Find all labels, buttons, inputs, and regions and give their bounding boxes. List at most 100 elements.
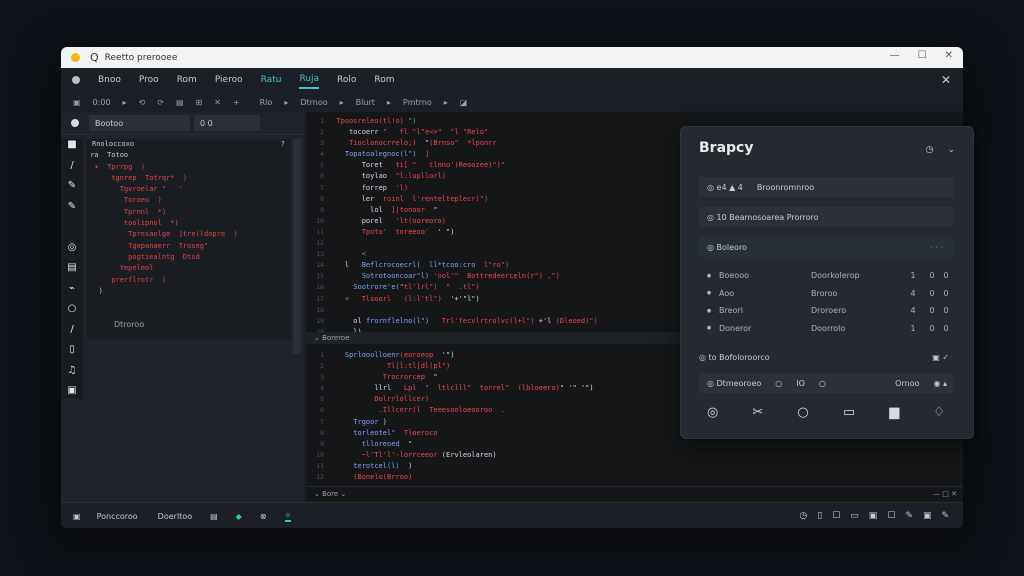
toolbar-item[interactable]: ◪ [460,98,468,107]
help-icon[interactable]: ? [281,139,285,150]
tree-item[interactable]: tgnrep Totrqr* ) [86,173,291,184]
toolbar-item[interactable]: 0:00 [93,98,111,107]
toolbar-item[interactable]: ▸ [387,98,391,107]
rail-icon[interactable]: / [61,160,83,181]
rail-icon[interactable]: ■ [61,139,83,160]
code-pane-bottom[interactable]: Sprlooolloenr(eoroeop '") Tl[l:tl[dl(pl"… [328,350,594,483]
toolbar-item[interactable]: + [233,98,240,107]
rail-icon[interactable] [61,221,83,242]
status-icon[interactable]: ▣ [869,511,878,521]
panel-icon[interactable]: ▭ [843,405,855,420]
tree-item[interactable]: ) [86,286,291,297]
tree-item[interactable]: Tpresaolge ]tre(ldopre ) [86,229,291,240]
menu-item[interactable]: Ratu [261,72,282,88]
tree-item[interactable]: Yepeleol [86,263,291,274]
panel-row[interactable]: ◎ to Bofoloroorco ▣ ✓ [699,349,953,365]
rail-icon[interactable]: ⌁ [61,283,83,304]
toolbar-item[interactable]: ⟲ [139,98,146,107]
status-icon[interactable]: ☐ [832,511,840,521]
clock-icon[interactable]: ◷ [799,511,807,521]
edit-icon[interactable]: ✎ [941,511,949,521]
panel-row[interactable]: ◎ e4 ▲ 4 Broonromnroo [699,177,953,197]
sidebar-footer-label[interactable]: Dtroroo [114,320,144,334]
panel-row[interactable]: ◎ Dtmeoroeo ○ IO ○ Ornoo ◉ ▴ [699,373,953,393]
menu-item[interactable]: Bnoo [98,72,121,88]
toolbar-item[interactable]: Blurt [356,98,375,107]
tree-item[interactable]: Tgepanaerr Troseg" [86,241,291,252]
table-row[interactable]: ● Boeooo Doorkolerop 1 0 0 [699,267,953,285]
menu-item[interactable]: Pieroo [215,72,243,88]
panel-row-icon[interactable]: ○ [775,379,782,388]
close-window-icon[interactable]: ✕ [945,50,953,61]
panel-row[interactable]: ◎ 10 Beamosoarea Prorroro [699,207,953,227]
bottom-pane-label[interactable]: ⌄ Bore ⌄ [314,490,346,498]
tree-item[interactable]: ▾ Tprrpg ) [86,162,291,173]
minimize-icon[interactable]: — [890,50,900,61]
user-icon[interactable]: ♢ [933,405,945,420]
bottom-pane-controls[interactable]: — □ ✕ [933,487,957,501]
tree-item[interactable]: toolipnol *) [86,218,291,229]
toolbar-item[interactable]: ⊞ [196,98,203,107]
scissors-icon[interactable]: ✂ [752,405,763,420]
menu-item[interactable]: Rom [177,72,197,88]
status-item[interactable]: Ponccoroo [97,512,138,521]
table-row[interactable]: ● Aoo Broroo 4 0 0 [699,285,953,303]
toolbar-item[interactable]: ▸ [123,98,127,107]
menu-item[interactable]: Rolo [337,72,356,88]
target-icon[interactable]: ◎ [707,405,718,420]
rail-icon[interactable]: ✎ [61,180,83,201]
toolbar-item[interactable]: ✕ [214,98,221,107]
tree-item[interactable]: prerflrotr ) [86,275,291,286]
status-icon[interactable]: ▯ [817,511,822,521]
menu-item-selected[interactable]: Ruja [299,71,320,89]
status-item[interactable]: Doerltoo [158,512,192,521]
rail-icon[interactable]: ▣ [61,385,83,406]
toolbar-item[interactable]: ▸ [444,98,448,107]
tree-item[interactable]: Toroeo ) [86,195,291,206]
toolbar-item[interactable]: Rlo [260,98,273,107]
status-item[interactable]: ▤ [210,512,218,521]
menu-item[interactable]: Proo [139,72,159,88]
tree-item[interactable]: pogtiealntg Dtsd [86,252,291,263]
close-icon[interactable]: ✕ [941,73,951,87]
sparkle-icon[interactable]: ✧ [284,511,292,522]
status-icon[interactable]: ▭ [850,511,859,521]
table-row[interactable]: ● Doneror Doorrolo 1 0 0 [699,320,953,338]
search-icon[interactable]: Q [90,51,99,64]
rail-icon[interactable]: ✎ [61,201,83,222]
maximize-icon[interactable]: ☐ [918,50,927,61]
sidebar-counter-field[interactable]: 0 0 [194,115,260,131]
panel-row-active[interactable]: ◎ Boleoro · · · [699,237,953,257]
toolbar-item[interactable]: ⟳ [157,98,164,107]
table-row[interactable]: ● Breorl Droroero 4 0 0 [699,302,953,320]
status-item[interactable]: ⊗ [260,512,267,521]
rail-icon[interactable]: ▤ [61,262,83,283]
rail-icon[interactable]: ○ [61,303,83,324]
panel-row-icon[interactable]: ○ [819,379,826,388]
panel-row-icon[interactable]: ◉ ▴ [933,379,947,388]
rail-icon[interactable]: ♫ [61,365,83,386]
chat-icon[interactable]: ○ [797,405,808,420]
printer-icon[interactable]: ▆ [889,405,899,420]
menu-item[interactable]: Rom [374,72,394,88]
panel-row-icon[interactable]: IO [796,379,805,388]
status-icon[interactable]: ▣ [923,511,932,521]
toolbar-item[interactable]: ▸ [284,98,288,107]
home-icon[interactable]: ▣ [73,512,81,521]
status-icon[interactable]: ☐ [887,511,895,521]
gem-icon[interactable]: ◆ [236,512,242,521]
rail-icon[interactable]: ◎ [61,242,83,263]
rail-icon[interactable]: / [61,324,83,345]
clock-icon[interactable]: ◷ [926,145,934,155]
tree-item[interactable]: Tgvroelar " ' [86,184,291,195]
tree-item[interactable]: ra Totoo [86,150,291,161]
chevron-down-icon[interactable]: ⌄ [947,145,955,155]
toolbar-item[interactable]: ▣ [73,98,81,107]
toolbar-item[interactable]: ▤ [176,98,184,107]
sidebar-search-input[interactable]: Bootoo [89,115,190,131]
toolbar-item[interactable]: Dtrnoo [300,98,327,107]
rail-icon[interactable]: ▯ [61,344,83,365]
panel-row-icons[interactable]: ▣ ✓ [932,353,949,362]
edit-icon[interactable]: ✎ [905,511,913,521]
code-pane-top[interactable]: Tpoosreleo(tl!o) ") tocoerr " fl "l"e<>"… [328,116,597,338]
